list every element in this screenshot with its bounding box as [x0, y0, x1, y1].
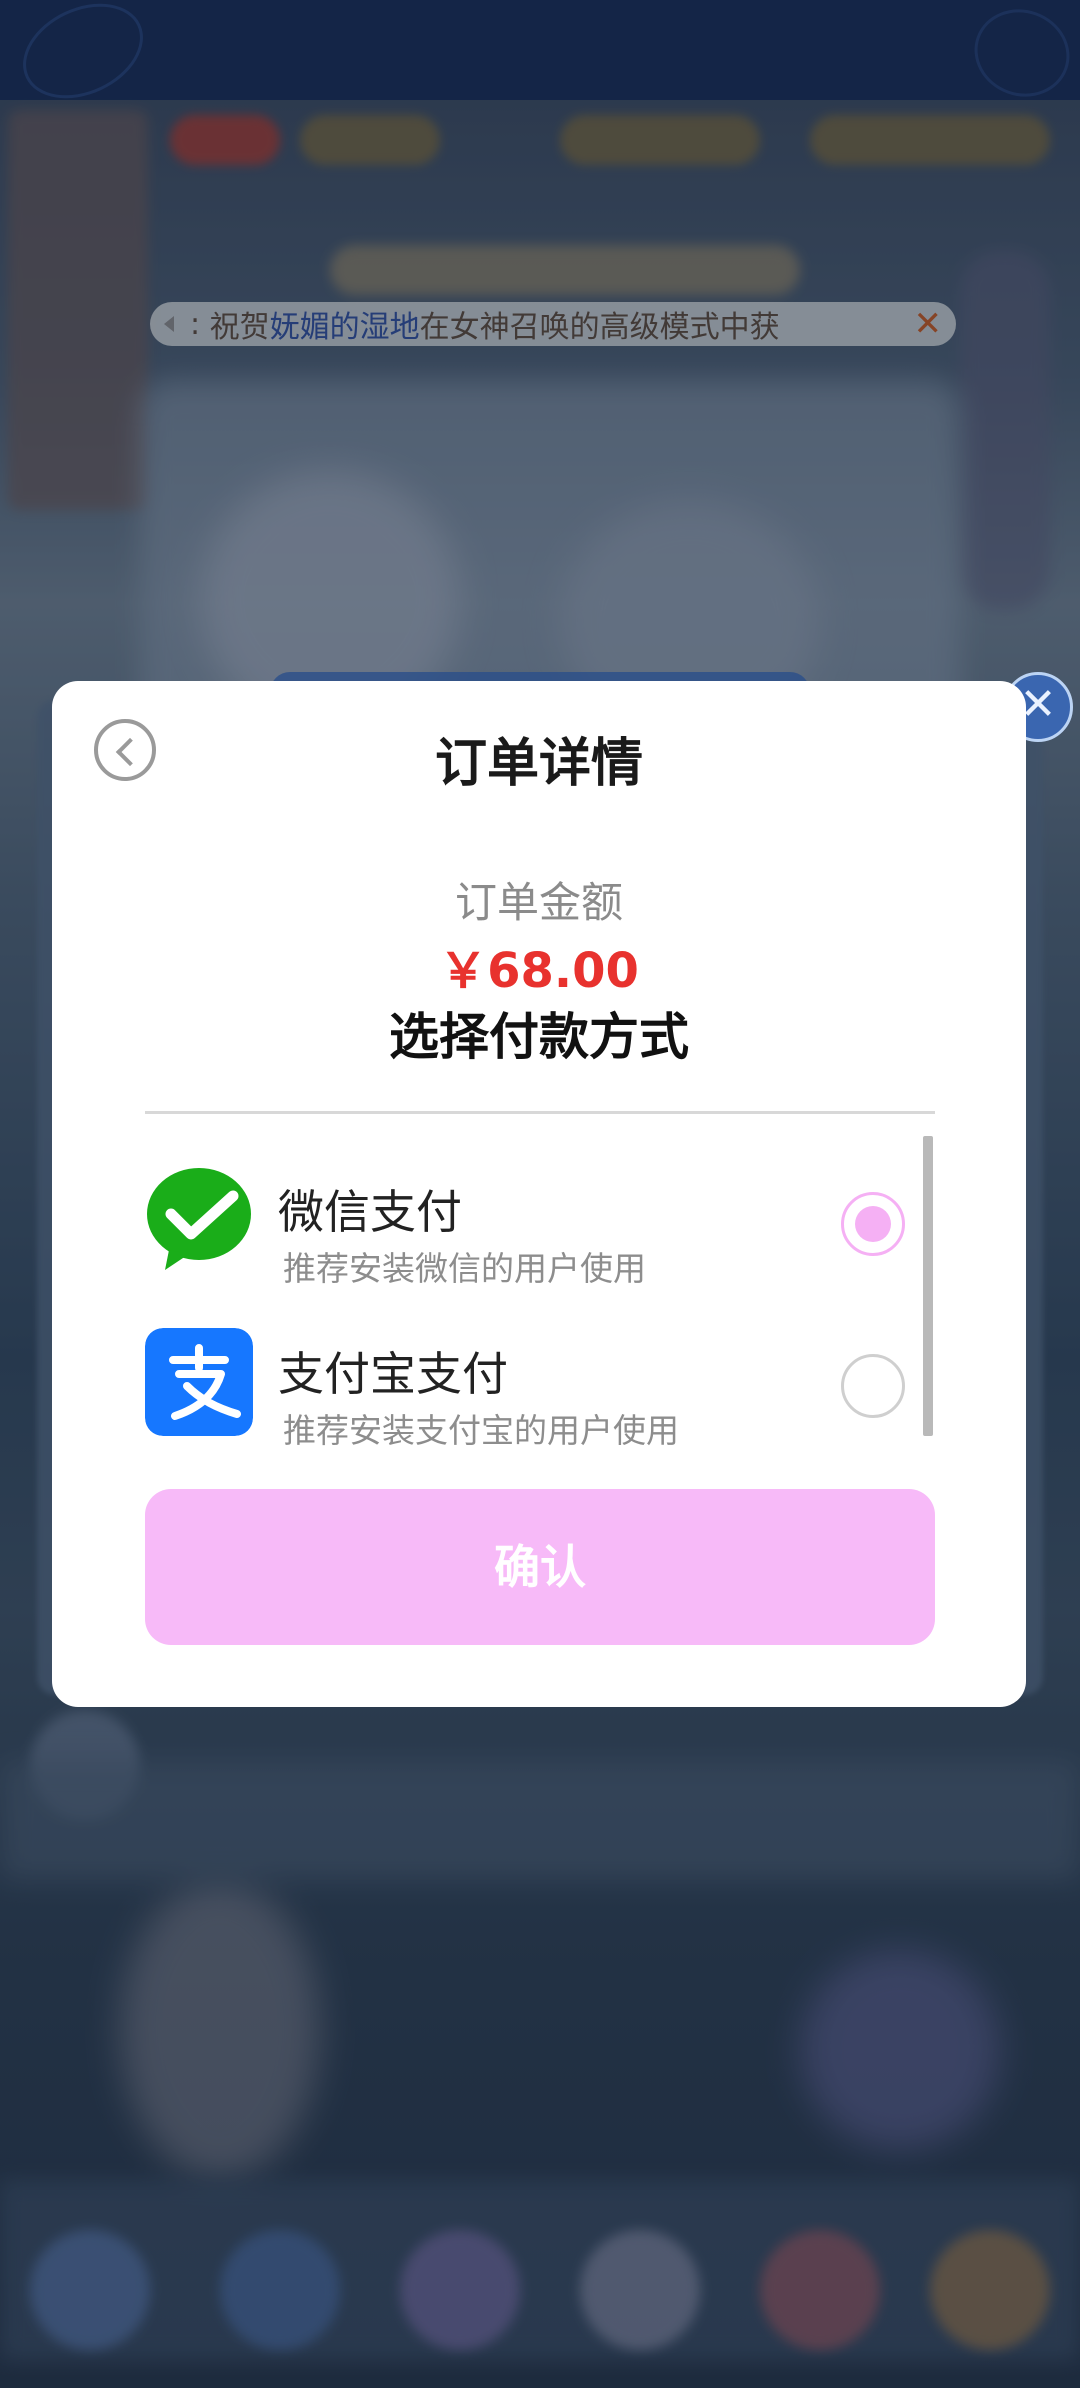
divider — [145, 1111, 935, 1114]
wechat-pay-icon — [145, 1166, 253, 1274]
payment-name: 支付宝支付 — [278, 1347, 508, 1401]
alipay-icon — [145, 1328, 253, 1436]
order-detail-modal: 订单详情 订单金额 ￥68.00 选择付款方式 微信支付 推荐安装微信的用户使用 — [52, 681, 1026, 1707]
list-scrollbar[interactable] — [923, 1136, 933, 1436]
radio-button[interactable] — [841, 1354, 905, 1418]
payment-subtitle: 推荐安装支付宝的用户使用 — [283, 1411, 679, 1450]
choose-payment-label: 选择付款方式 — [389, 1008, 689, 1066]
order-amount-label: 订单金额 — [454, 878, 623, 927]
payment-subtitle: 推荐安装微信的用户使用 — [283, 1249, 646, 1288]
payment-name: 微信支付 — [278, 1185, 462, 1239]
payment-option-wechat[interactable]: 微信支付 推荐安装微信的用户使用 — [145, 1136, 935, 1288]
confirm-button[interactable]: 确认 — [145, 1489, 935, 1645]
payment-option-alipay[interactable]: 支付宝支付 推荐安装支付宝的用户使用 — [145, 1298, 935, 1450]
modal-title: 订单详情 — [434, 734, 643, 794]
radio-button-selected[interactable] — [841, 1192, 905, 1256]
order-amount-value: ￥68.00 — [439, 943, 639, 999]
payment-method-list: 微信支付 推荐安装微信的用户使用 支付宝支付 推荐安装支付宝的用户使用 — [145, 1136, 935, 1450]
